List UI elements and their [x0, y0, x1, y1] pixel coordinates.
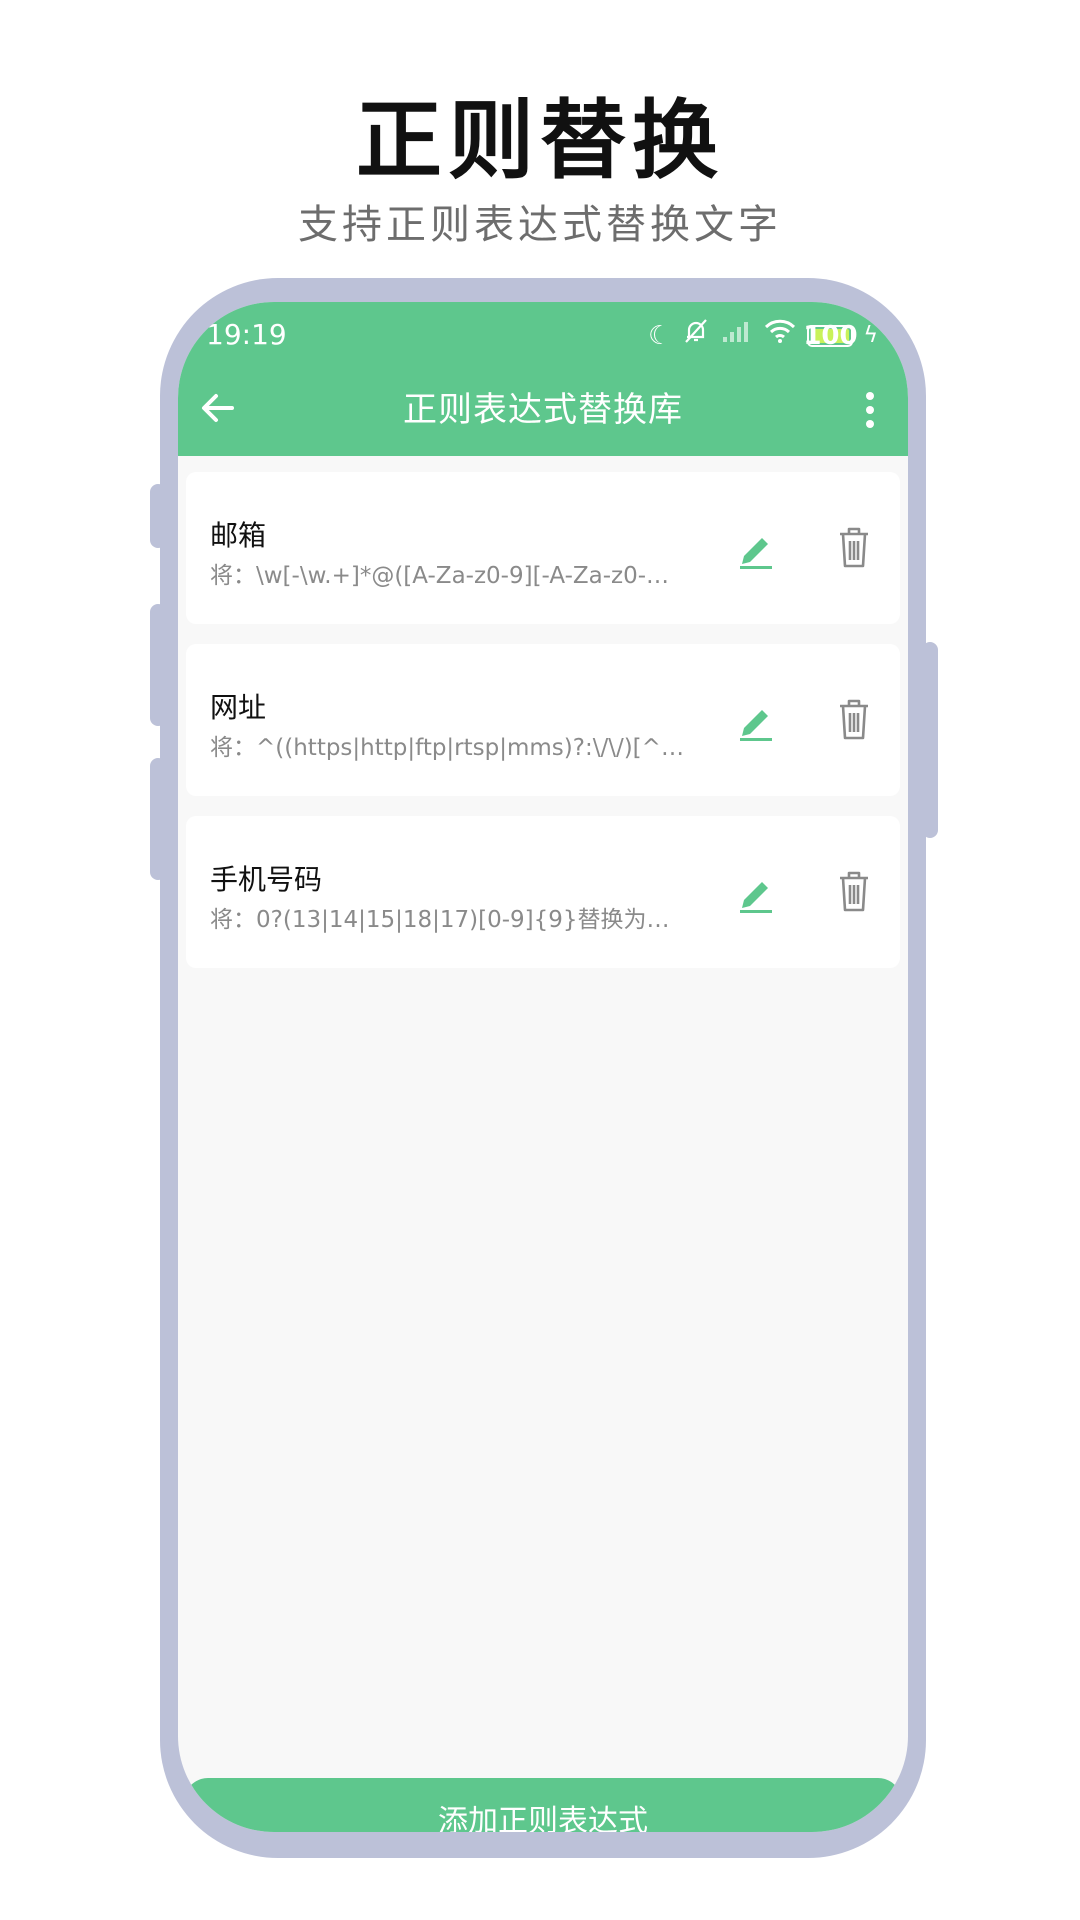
delete-button[interactable] [834, 868, 874, 914]
item-description: 将：0?(13|14|15|18|17)[0-9]{9}替换为：1… [210, 907, 690, 933]
add-regex-label: 添加正则表达式 [438, 1804, 648, 1832]
pencil-icon [740, 710, 772, 741]
item-title: 邮箱 [210, 519, 267, 552]
list-item[interactable]: 手机号码 将：0?(13|14|15|18|17)[0-9]{9}替换为：1… [186, 816, 900, 968]
edit-button[interactable] [736, 526, 776, 570]
battery-level: 100 [803, 321, 858, 351]
app-header: 19:19 ☾ 100 ϟ 正则表达式替换库 [178, 302, 908, 456]
trash-icon [840, 527, 868, 568]
trash-icon [840, 871, 868, 912]
edit-button[interactable] [736, 698, 776, 742]
mute-bell-icon [681, 316, 711, 356]
charging-icon: ϟ [863, 323, 878, 348]
promo-subtitle: 支持正则表达式替换文字 [298, 202, 782, 248]
item-title: 手机号码 [210, 863, 323, 896]
edit-button[interactable] [736, 870, 776, 914]
item-description: 将：^((https|http|ftp|rtsp|mms)?:\/\/)[^\s… [210, 735, 690, 761]
page-title: 正则表达式替换库 [403, 390, 683, 430]
delete-button[interactable] [834, 696, 874, 742]
wifi-icon [763, 318, 797, 354]
pencil-icon [740, 882, 772, 913]
moon-icon: ☾ [648, 321, 672, 351]
add-regex-button[interactable]: 添加正则表达式 [184, 1778, 902, 1832]
list-item[interactable]: 网址 将：^((https|http|ftp|rtsp|mms)?:\/\/)[… [186, 644, 900, 796]
signal-icon [721, 318, 753, 354]
status-icons: ☾ 100 ϟ [648, 318, 878, 354]
status-time: 19:19 [206, 318, 287, 351]
item-title: 网址 [210, 691, 267, 724]
more-menu-button[interactable] [850, 386, 890, 434]
promo-title: 正则替换 [356, 91, 724, 191]
battery-icon: 100 [803, 321, 857, 351]
trash-icon [840, 699, 868, 740]
pencil-icon [740, 538, 772, 569]
list-item[interactable]: 邮箱 将：\w[-\w.+]*@([A-Za-z0-9][-A-Za-z0-… [186, 472, 900, 624]
more-vertical-icon [866, 392, 874, 428]
item-description: 将：\w[-\w.+]*@([A-Za-z0-9][-A-Za-z0-… [210, 563, 670, 589]
phone-screen: 19:19 ☾ 100 ϟ 正则表达式替换库 邮箱 将：\w[-\w.+]*@(… [178, 302, 908, 1832]
delete-button[interactable] [834, 524, 874, 570]
